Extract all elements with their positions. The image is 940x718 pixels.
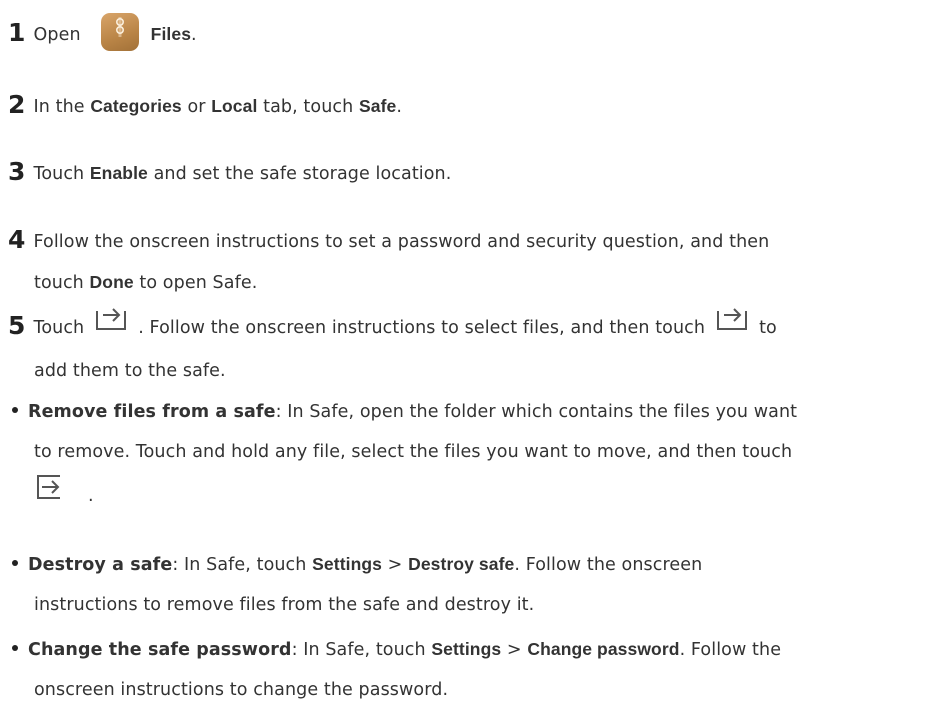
step-3: 3 Touch Enable and set the safe storage l… bbox=[8, 157, 452, 186]
step-4: 4 Follow the onscreen instructions to set… bbox=[8, 225, 770, 293]
bullet-dot bbox=[12, 645, 18, 651]
step-number: 4 bbox=[8, 225, 26, 254]
files-app-icon bbox=[100, 13, 139, 51]
move-out-of-safe-icon bbox=[34, 470, 64, 517]
step-number: 5 bbox=[8, 311, 26, 340]
step-number: 3 bbox=[8, 157, 26, 186]
step-number: 1 bbox=[8, 18, 26, 47]
step-number: 2 bbox=[8, 90, 26, 119]
bullet-dot bbox=[12, 560, 18, 566]
move-to-safe-icon bbox=[94, 303, 128, 348]
step-1: 1 Open Files. bbox=[8, 12, 934, 55]
bullet-change-password: Change the safe password: In Safe, touch… bbox=[12, 629, 934, 710]
bullet-remove-files: Remove files from a safe: In Safe, open … bbox=[12, 392, 934, 519]
step-2: 2 In the Categories or Local tab, touch S… bbox=[8, 90, 403, 119]
step-5: 5 Touch . Follow the onscreen instruction… bbox=[8, 305, 934, 391]
bullet-dot bbox=[12, 407, 18, 413]
move-to-safe-icon bbox=[715, 303, 749, 348]
bullet-destroy-safe: Destroy a safe: In Safe, touch Settings … bbox=[12, 544, 934, 625]
